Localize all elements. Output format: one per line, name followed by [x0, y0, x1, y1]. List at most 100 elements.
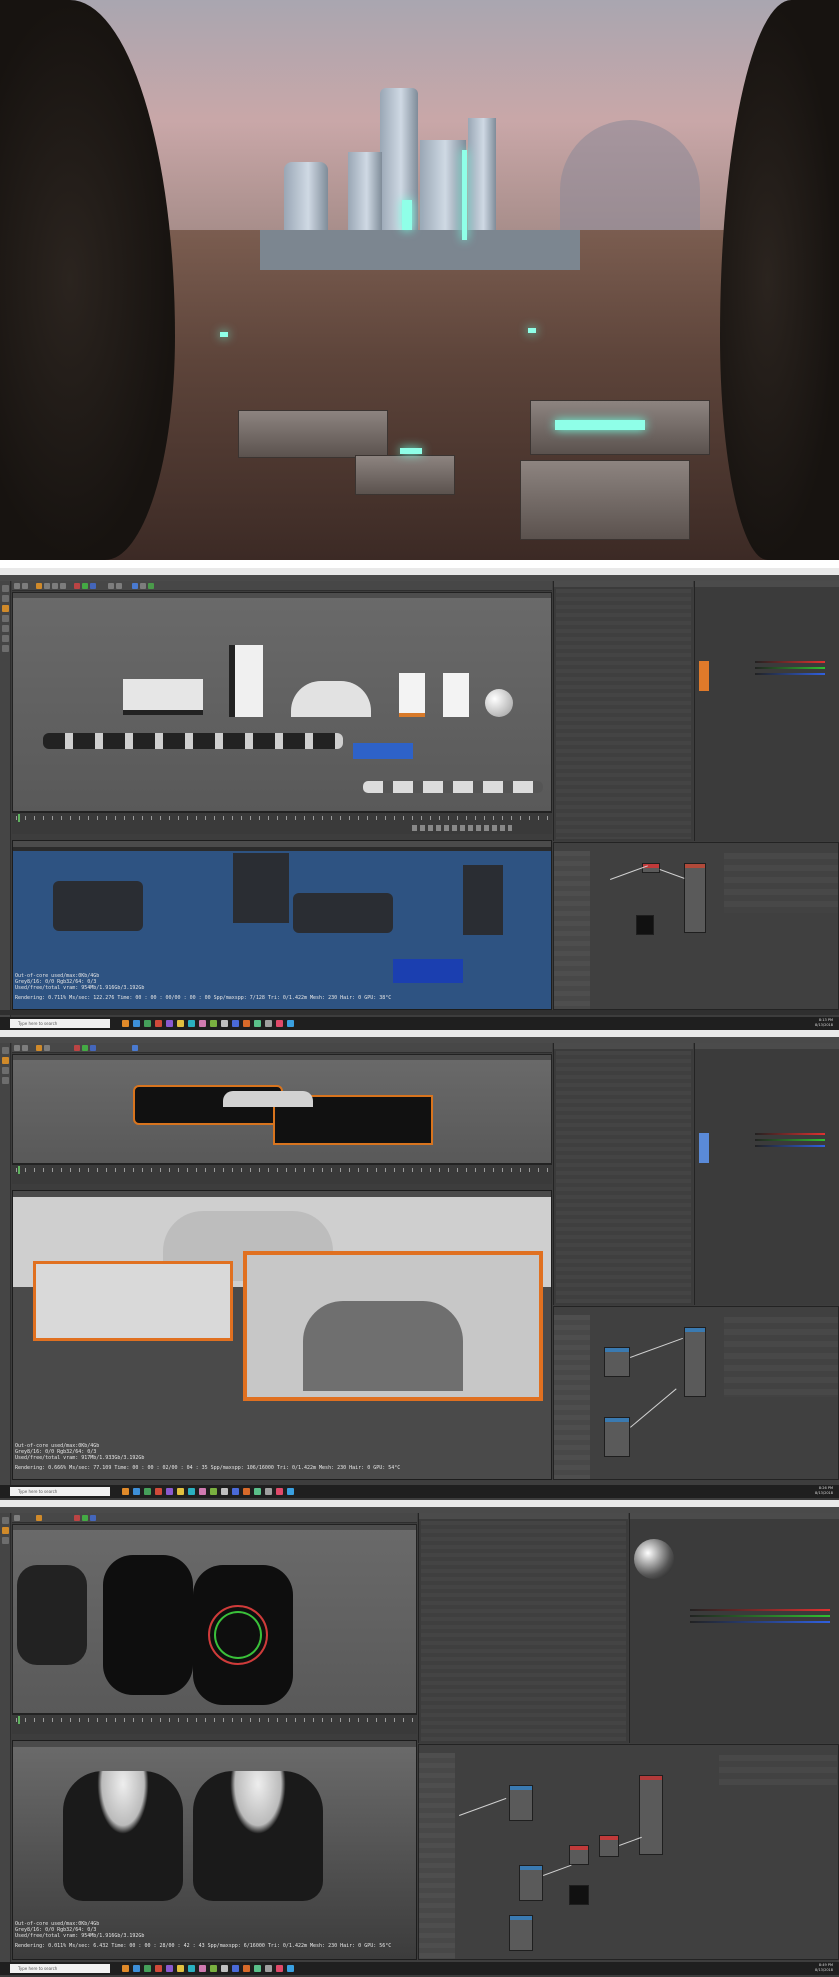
- taskbar-app-icon[interactable]: [276, 1488, 283, 1495]
- node-type-list[interactable]: [554, 851, 590, 1009]
- image-texture-node[interactable]: [604, 1347, 630, 1377]
- animation-timeline[interactable]: [12, 1714, 417, 1734]
- mix-node[interactable]: [569, 1845, 589, 1865]
- octane-node-editor[interactable]: [553, 1306, 839, 1480]
- move-icon[interactable]: [44, 1045, 50, 1051]
- x-axis-icon[interactable]: [74, 583, 80, 589]
- color-slider-green[interactable]: [755, 667, 825, 669]
- tool-icon[interactable]: [2, 585, 9, 592]
- taskbar-app-icon[interactable]: [254, 1020, 261, 1027]
- attribute-manager[interactable]: [629, 1513, 839, 1743]
- taskbar-app-icon[interactable]: [287, 1488, 294, 1495]
- color-slider-blue[interactable]: [755, 1145, 825, 1147]
- tool-icon[interactable]: [2, 595, 9, 602]
- taskbar-app-icon[interactable]: [221, 1488, 228, 1495]
- taskbar-app-icon[interactable]: [166, 1488, 173, 1495]
- taskbar-app-icon[interactable]: [122, 1020, 129, 1027]
- taskbar-app-icon[interactable]: [243, 1965, 250, 1972]
- rotate-gizmo[interactable]: [208, 1605, 268, 1665]
- color-slider-red[interactable]: [755, 661, 825, 663]
- redo-icon[interactable]: [22, 583, 28, 589]
- object-manager-menu[interactable]: [419, 1513, 628, 1519]
- perspective-viewport[interactable]: [12, 592, 552, 812]
- tool-icon[interactable]: [2, 1517, 9, 1524]
- live-viewer-render[interactable]: Out-of-core used/max:0Kb/4Gb Grey8/16: 0…: [12, 1740, 417, 1960]
- tool-icon[interactable]: [2, 1537, 9, 1544]
- y-axis-icon[interactable]: [82, 1515, 88, 1521]
- select-icon[interactable]: [36, 1045, 42, 1051]
- tool-icon[interactable]: [2, 1057, 9, 1064]
- taskbar-app-icon[interactable]: [199, 1488, 206, 1495]
- live-viewer-render[interactable]: Out-of-core used/max:0Kb/4Gb Grey8/16: 0…: [12, 840, 552, 1010]
- taskbar-app-icon[interactable]: [144, 1488, 151, 1495]
- taskbar-app-icon[interactable]: [199, 1020, 206, 1027]
- taskbar-app-icon[interactable]: [243, 1488, 250, 1495]
- image-texture-node[interactable]: [604, 1417, 630, 1457]
- color-slider-blue[interactable]: [755, 673, 825, 675]
- taskbar-app-icon[interactable]: [166, 1020, 173, 1027]
- rotate-icon[interactable]: [60, 583, 66, 589]
- taskbar-app-icon[interactable]: [177, 1965, 184, 1972]
- mix-node[interactable]: [599, 1835, 619, 1857]
- octane-node-editor[interactable]: [418, 1744, 839, 1960]
- live-viewer-menu[interactable]: [13, 841, 551, 847]
- x-axis-icon[interactable]: [74, 1515, 80, 1521]
- taskbar-app-icon[interactable]: [210, 1488, 217, 1495]
- node-properties-panel[interactable]: [724, 853, 838, 913]
- taskbar-app-icon[interactable]: [177, 1020, 184, 1027]
- attribute-manager[interactable]: [694, 1043, 839, 1305]
- taskbar-app-icon[interactable]: [265, 1965, 272, 1972]
- object-manager-menu[interactable]: [554, 1043, 693, 1049]
- taskbar-app-icon[interactable]: [232, 1965, 239, 1972]
- perspective-viewport[interactable]: [12, 1054, 552, 1164]
- attribute-manager-menu[interactable]: [695, 1043, 839, 1049]
- tool-icon[interactable]: [2, 1067, 9, 1074]
- undo-icon[interactable]: [14, 583, 20, 589]
- color-slider-red[interactable]: [755, 1133, 825, 1135]
- image-texture-node[interactable]: [519, 1865, 543, 1901]
- object-manager[interactable]: [553, 581, 693, 841]
- color-slider-blue[interactable]: [690, 1621, 830, 1623]
- timeline-ruler[interactable]: [16, 1718, 413, 1722]
- taskbar-app-icon[interactable]: [265, 1020, 272, 1027]
- attribute-manager-menu[interactable]: [695, 581, 839, 587]
- playhead[interactable]: [18, 1166, 20, 1174]
- taskbar-app-icon[interactable]: [188, 1965, 195, 1972]
- image-texture-node[interactable]: [509, 1785, 533, 1821]
- taskbar-app-icon[interactable]: [155, 1020, 162, 1027]
- playback-controls[interactable]: [412, 825, 512, 831]
- object-list[interactable]: [556, 589, 691, 839]
- color-slider-red[interactable]: [690, 1609, 830, 1611]
- taskbar-app-icon[interactable]: [221, 1965, 228, 1972]
- taskbar-app-icon[interactable]: [276, 1965, 283, 1972]
- taskbar-app-icon[interactable]: [155, 1488, 162, 1495]
- object-list[interactable]: [556, 1051, 691, 1303]
- tool-icon[interactable]: [2, 1077, 9, 1084]
- material-node[interactable]: [639, 1775, 663, 1855]
- material-node[interactable]: [684, 1327, 706, 1397]
- cube-icon[interactable]: [132, 583, 138, 589]
- color-slider-green[interactable]: [755, 1139, 825, 1141]
- taskbar-app-icon[interactable]: [133, 1020, 140, 1027]
- live-viewer-render[interactable]: Out-of-core used/max:0Kb/4Gb Grey8/16: 0…: [12, 1190, 552, 1480]
- taskbar-app-icon[interactable]: [188, 1488, 195, 1495]
- octane-node-editor[interactable]: [553, 842, 839, 1010]
- tool-icon[interactable]: [2, 645, 9, 652]
- animation-timeline[interactable]: [12, 812, 552, 834]
- image-node[interactable]: [636, 915, 654, 935]
- node-properties-panel[interactable]: [724, 1317, 838, 1397]
- taskbar-app-icon[interactable]: [254, 1488, 261, 1495]
- node-properties-panel[interactable]: [719, 1755, 837, 1785]
- attribute-manager[interactable]: [694, 581, 839, 841]
- color-slider-green[interactable]: [690, 1615, 830, 1617]
- timeline-ruler[interactable]: [16, 1168, 548, 1172]
- y-axis-icon[interactable]: [82, 583, 88, 589]
- y-axis-icon[interactable]: [82, 1045, 88, 1051]
- viewport-menu[interactable]: [13, 593, 551, 598]
- taskbar-app-icon[interactable]: [232, 1020, 239, 1027]
- scale-icon[interactable]: [52, 583, 58, 589]
- taskbar-app-icon[interactable]: [166, 1965, 173, 1972]
- node-type-list[interactable]: [554, 1315, 590, 1479]
- texture-node[interactable]: [642, 863, 660, 873]
- select-icon[interactable]: [36, 583, 42, 589]
